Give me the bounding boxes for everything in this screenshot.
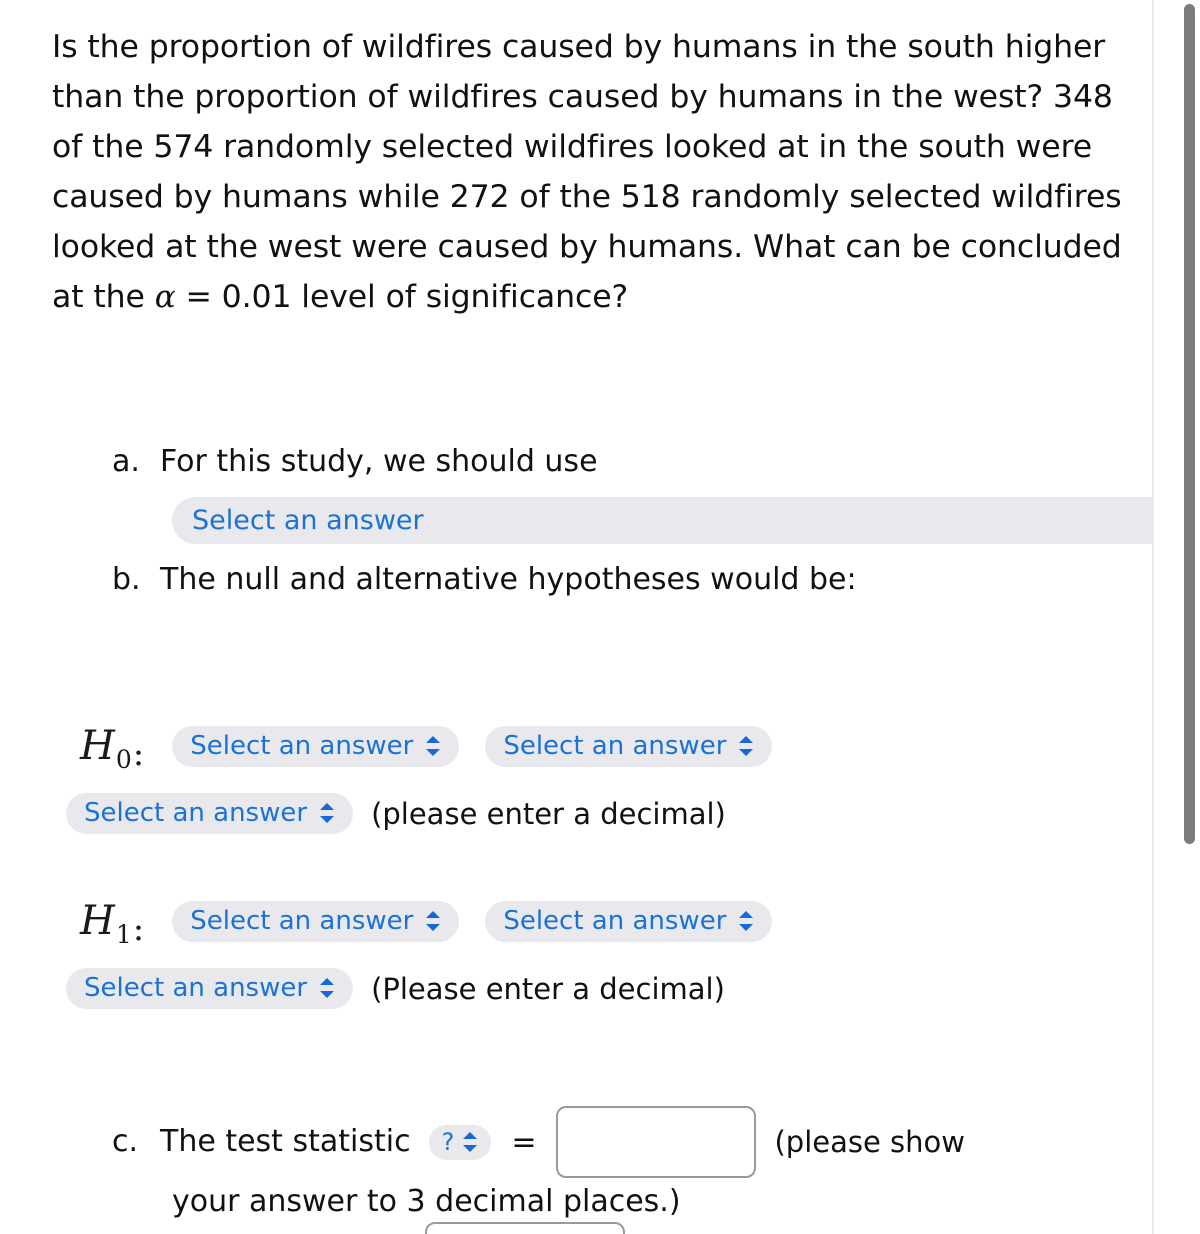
null-hypothesis-row: H0: Select an answer Select an answer bbox=[80, 723, 773, 774]
part-c-marker: c. bbox=[112, 1124, 139, 1159]
prompt-text-after-alpha: = 0.01 level of significance? bbox=[175, 279, 629, 315]
chevron-up-down-icon bbox=[425, 910, 441, 932]
h0-label: H0: bbox=[80, 723, 146, 774]
h0-parameter-label: Select an answer bbox=[190, 730, 414, 761]
part-c-line2-text: your answer to 3 decimal places.) bbox=[172, 1184, 681, 1219]
part-a-text: For this study, we should use bbox=[160, 444, 598, 479]
select-study-type-dropdown[interactable]: Select an answer bbox=[172, 497, 1153, 544]
h1-parameter-label: Select an answer bbox=[190, 905, 414, 936]
part-b-text: The null and alternative hypotheses woul… bbox=[160, 562, 857, 597]
question-mark-label: ? bbox=[441, 1127, 455, 1156]
next-answer-input-partial[interactable] bbox=[425, 1222, 625, 1234]
h1-decimal-note: (Please enter a decimal) bbox=[371, 971, 725, 1006]
part-b-marker: b. bbox=[112, 562, 141, 597]
part-c-line2: your answer to 3 decimal places.) bbox=[172, 1180, 681, 1224]
question-page: Is the proportion of wildfires caused by… bbox=[0, 0, 1153, 1234]
h0-label-sub: 0 bbox=[115, 745, 132, 774]
h1-label-base: H bbox=[80, 898, 115, 944]
chevron-up-down-icon bbox=[738, 910, 754, 932]
content-edge-divider bbox=[1152, 0, 1154, 1234]
prompt-text-before-alpha: Is the proportion of wildfires caused by… bbox=[52, 29, 1122, 315]
h0-parameter-dropdown[interactable]: Select an answer bbox=[172, 725, 460, 767]
null-hypothesis-value-row: Select an answer (please enter a decimal… bbox=[66, 793, 726, 834]
h0-operator-dropdown[interactable]: Select an answer bbox=[485, 725, 773, 767]
h1-label: H1: bbox=[80, 898, 146, 949]
alpha-symbol: α bbox=[154, 279, 176, 315]
h0-operator-label: Select an answer bbox=[503, 730, 727, 761]
h1-operator-label: Select an answer bbox=[503, 905, 727, 936]
question-part-b: b. The null and alternative hypotheses wo… bbox=[112, 558, 857, 602]
h1-value-dropdown[interactable]: Select an answer bbox=[66, 968, 354, 1009]
vertical-scrollbar-thumb[interactable] bbox=[1184, 4, 1195, 844]
h1-label-sub: 1 bbox=[115, 920, 132, 949]
part-a-marker: a. bbox=[112, 444, 140, 479]
h1-label-colon: : bbox=[132, 909, 145, 949]
chevron-up-down-icon bbox=[462, 1131, 478, 1153]
part-c-suffix: (please show bbox=[774, 1125, 965, 1159]
alternative-hypothesis-value-row: Select an answer (Please enter a decimal… bbox=[66, 968, 725, 1009]
test-statistic-input[interactable] bbox=[556, 1106, 757, 1178]
chevron-up-down-icon bbox=[319, 977, 335, 999]
h1-parameter-dropdown[interactable]: Select an answer bbox=[172, 900, 460, 942]
question-part-a: a. For this study, we should use bbox=[112, 440, 598, 484]
part-c-label: c. The test statistic bbox=[112, 1120, 411, 1164]
alternative-hypothesis-row: H1: Select an answer Select an answer bbox=[80, 898, 773, 949]
equals-sign: = bbox=[511, 1124, 537, 1160]
chevron-up-down-icon bbox=[425, 735, 441, 757]
vertical-scrollbar-track[interactable] bbox=[1182, 0, 1200, 1234]
test-statistic-type-dropdown[interactable]: ? bbox=[428, 1124, 492, 1160]
question-part-c: c. The test statistic ? = (please show bbox=[112, 1106, 965, 1178]
h0-label-colon: : bbox=[132, 734, 145, 774]
h1-value-label: Select an answer bbox=[84, 973, 308, 1003]
part-c-text: The test statistic bbox=[160, 1124, 411, 1159]
select-study-type-label: Select an answer bbox=[192, 505, 424, 536]
h1-operator-dropdown[interactable]: Select an answer bbox=[485, 900, 773, 942]
h0-decimal-note: (please enter a decimal) bbox=[371, 796, 726, 831]
h0-value-dropdown[interactable]: Select an answer bbox=[66, 793, 354, 834]
question-prompt: Is the proportion of wildfires caused by… bbox=[52, 22, 1122, 322]
chevron-up-down-icon bbox=[738, 735, 754, 757]
chevron-up-down-icon bbox=[319, 802, 335, 824]
h0-label-base: H bbox=[80, 723, 115, 769]
h0-value-label: Select an answer bbox=[84, 798, 308, 828]
